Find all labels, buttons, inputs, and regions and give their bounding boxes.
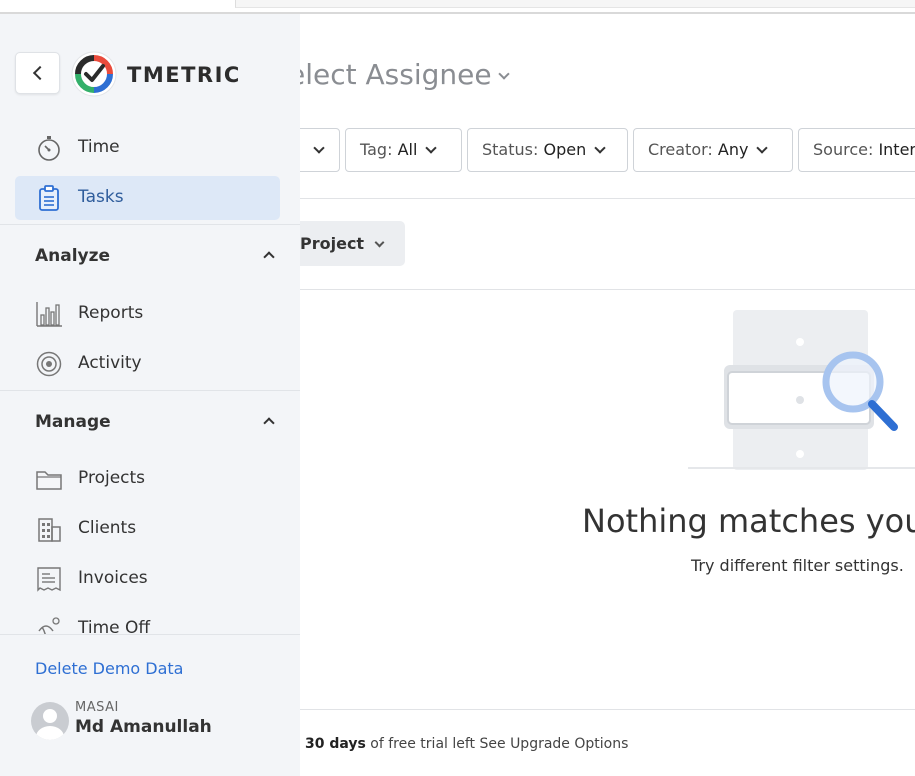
filter-creator[interactable]: Creator: Any — [633, 128, 793, 172]
collapse-sidebar-button[interactable] — [15, 52, 60, 94]
sidebar-item-time[interactable]: Time — [15, 126, 280, 170]
filter-source[interactable]: Source: Inter — [798, 128, 915, 172]
filter-tag[interactable]: Tag: All — [345, 128, 462, 172]
sidebar-item-reports[interactable]: Reports — [15, 292, 280, 336]
browser-tab[interactable] — [235, 0, 915, 8]
upgrade-options-link[interactable]: See Upgrade Options — [480, 736, 629, 752]
empty-state-subtitle: Try different filter settings. — [691, 556, 904, 575]
main-content: elect Assignee Tag: All Status: Open Cre… — [288, 14, 915, 776]
clipboard-icon — [39, 185, 59, 211]
invoice-icon — [37, 567, 61, 592]
chevron-down-icon — [425, 142, 438, 154]
building-icon — [38, 518, 61, 542]
section-analyze-header[interactable]: Analyze — [0, 226, 300, 288]
divider — [300, 289, 915, 290]
chevron-down-icon — [594, 142, 606, 154]
sidebar-item-clients[interactable]: Clients — [15, 507, 280, 551]
assignee-selector-label: elect Assignee — [288, 58, 492, 91]
avatar[interactable] — [31, 702, 69, 740]
sidebar-item-invoices[interactable]: Invoices — [15, 557, 280, 601]
stopwatch-icon — [38, 136, 60, 161]
divider — [300, 709, 915, 710]
chevron-left-icon — [32, 65, 48, 81]
filter-status[interactable]: Status: Open — [467, 128, 628, 172]
chevron-down-icon — [313, 142, 325, 154]
trial-notice: 30 days of free trial left See Upgrade O… — [305, 736, 629, 752]
empty-search-illustration — [688, 310, 915, 470]
group-by-project-button[interactable]: Project — [290, 221, 405, 266]
sidebar-item-activity[interactable]: Activity — [15, 342, 280, 386]
chevron-up-icon — [263, 417, 275, 429]
page-title[interactable]: elect Assignee — [288, 58, 510, 91]
brand-name: TMETRIC — [127, 63, 241, 87]
delete-demo-data-link[interactable]: Delete Demo Data — [35, 659, 183, 678]
chevron-up-icon — [263, 251, 275, 263]
empty-state-title: Nothing matches you — [582, 502, 915, 540]
sidebar-item-projects[interactable]: Projects — [15, 457, 280, 501]
chevron-down-icon — [756, 142, 769, 154]
user-name[interactable]: Md Amanullah — [75, 717, 212, 737]
sidebar-item-tasks[interactable]: Tasks — [15, 176, 280, 220]
folder-icon — [36, 471, 62, 490]
bar-chart-icon — [36, 302, 62, 327]
palm-tree-icon — [38, 617, 60, 634]
sidebar-item-time-off[interactable]: Time Off — [15, 607, 280, 634]
activity-icon — [36, 351, 62, 377]
divider — [300, 198, 915, 199]
trial-days: 30 days — [305, 736, 366, 752]
divider — [0, 390, 300, 391]
section-manage-header[interactable]: Manage — [0, 392, 300, 454]
chevron-down-icon — [374, 237, 385, 248]
browser-top-strip — [0, 0, 915, 14]
divider — [0, 224, 300, 225]
sidebar: TMETRIC Time Tasks Analyze Reports Activ… — [0, 14, 300, 776]
chevron-down-icon — [497, 68, 510, 80]
divider — [0, 634, 300, 635]
tmetric-logo-icon — [71, 51, 117, 97]
organization-name: MASAI — [75, 700, 119, 715]
sidebar-scroll-clip: Time Off — [0, 604, 300, 634]
